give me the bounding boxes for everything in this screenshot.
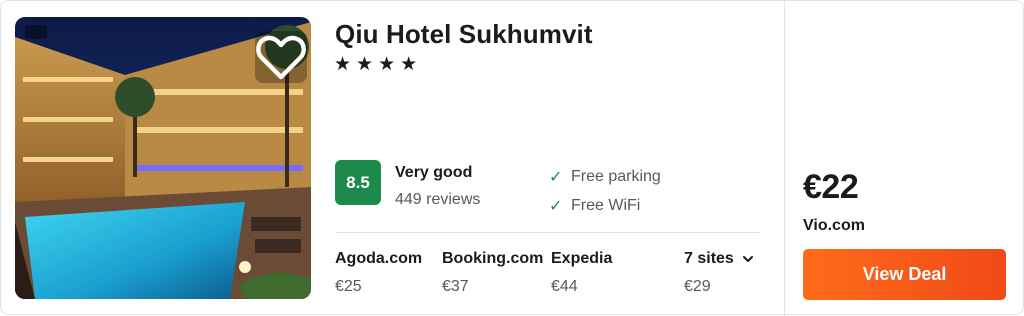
site-offer-agoda[interactable]: Agoda.com €25	[335, 250, 422, 296]
check-icon: ✓	[549, 167, 563, 186]
amenity-label: Free WiFi	[571, 196, 641, 214]
best-deal-price: €22	[803, 168, 859, 206]
site-offer-expedia[interactable]: Expedia €44	[551, 250, 612, 296]
site-price: €37	[442, 278, 469, 295]
column-divider	[784, 1, 785, 316]
site-offer-booking[interactable]: Booking.com €37	[442, 250, 543, 296]
review-score-label: Very good	[395, 164, 473, 181]
review-score-badge: 8.5	[335, 160, 381, 205]
more-sites-price: €29	[684, 278, 711, 295]
heart-icon	[256, 35, 306, 80]
site-price: €25	[335, 278, 362, 295]
site-name: Booking.com	[442, 250, 544, 267]
amenity-free-parking: ✓ Free parking	[549, 167, 661, 186]
site-name: Expedia	[551, 250, 613, 267]
star-icon: ★	[334, 53, 352, 75]
review-count[interactable]: 449 reviews	[395, 191, 480, 209]
chevron-down-icon	[742, 256, 753, 262]
star-icon: ★	[356, 53, 374, 75]
site-price: €44	[551, 278, 578, 295]
star-rating: ★ ★ ★ ★	[334, 55, 417, 74]
check-icon: ✓	[549, 196, 563, 215]
star-icon: ★	[400, 53, 418, 75]
section-divider	[335, 232, 761, 233]
hotel-photo[interactable]	[15, 17, 311, 299]
star-icon: ★	[378, 53, 396, 75]
more-sites-dropdown[interactable]: 7 sites €29	[684, 250, 754, 296]
best-deal-provider: Vio.com	[803, 217, 865, 234]
photo-gallery-badge	[25, 25, 47, 39]
favorite-button[interactable]	[255, 31, 307, 83]
amenity-label: Free parking	[571, 167, 661, 185]
hotel-result-card[interactable]: Qiu Hotel Sukhumvit ★ ★ ★ ★ 8.5 Very good 4…	[0, 0, 1024, 316]
more-sites-label: 7 sites	[684, 250, 734, 267]
site-name: Agoda.com	[335, 250, 423, 267]
hotel-name[interactable]: Qiu Hotel Sukhumvit	[335, 19, 593, 50]
view-deal-button[interactable]: View Deal	[803, 249, 1006, 300]
amenity-free-wifi: ✓ Free WiFi	[549, 196, 640, 215]
